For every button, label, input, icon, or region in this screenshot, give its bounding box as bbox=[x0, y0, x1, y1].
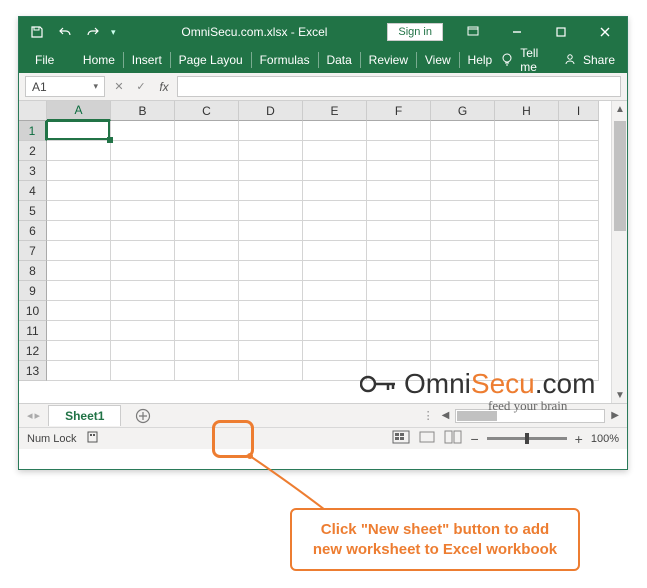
row-headers: 12345678910111213 bbox=[19, 121, 47, 403]
cancel-formula-icon[interactable]: ✕ bbox=[109, 77, 129, 97]
name-box-value: A1 bbox=[32, 80, 47, 94]
spreadsheet-grid: ABCDEFGHI 12345678910111213 ▲ ▼ bbox=[19, 101, 627, 403]
view-page-layout-icon[interactable] bbox=[418, 430, 436, 447]
macro-record-icon[interactable] bbox=[87, 431, 101, 446]
tell-me-label[interactable]: Tell me bbox=[520, 46, 543, 74]
new-sheet-button[interactable] bbox=[131, 404, 155, 428]
sheet-tab-1[interactable]: Sheet1 bbox=[48, 405, 121, 426]
zoom-in-icon[interactable]: + bbox=[575, 431, 583, 447]
share-icon[interactable] bbox=[563, 52, 577, 69]
enter-formula-icon[interactable]: ✓ bbox=[131, 77, 151, 97]
tab-formulas[interactable]: Formulas bbox=[252, 49, 318, 71]
row-header-4[interactable]: 4 bbox=[19, 181, 47, 201]
tab-insert[interactable]: Insert bbox=[124, 49, 170, 71]
vertical-scroll-thumb[interactable] bbox=[614, 121, 626, 231]
row-header-7[interactable]: 7 bbox=[19, 241, 47, 261]
close-icon[interactable] bbox=[583, 17, 627, 47]
tab-review[interactable]: Review bbox=[361, 49, 416, 71]
quick-access-toolbar: ▾ bbox=[19, 20, 122, 44]
zoom-level[interactable]: 100% bbox=[591, 433, 619, 445]
save-icon[interactable] bbox=[25, 20, 49, 44]
formula-input[interactable] bbox=[177, 76, 621, 97]
tab-file[interactable]: File bbox=[23, 49, 66, 71]
row-header-12[interactable]: 12 bbox=[19, 341, 47, 361]
tab-help[interactable]: Help bbox=[460, 49, 501, 71]
column-header-A[interactable]: A bbox=[47, 101, 111, 121]
row-header-5[interactable]: 5 bbox=[19, 201, 47, 221]
tab-page-layout[interactable]: Page Layou bbox=[171, 49, 251, 71]
scroll-down-icon[interactable]: ▼ bbox=[612, 387, 628, 403]
fx-icon[interactable]: fx bbox=[155, 80, 173, 94]
redo-icon[interactable] bbox=[81, 20, 105, 44]
select-all-corner[interactable] bbox=[19, 101, 47, 121]
view-page-break-icon[interactable] bbox=[444, 430, 462, 447]
row-header-9[interactable]: 9 bbox=[19, 281, 47, 301]
fill-handle[interactable] bbox=[107, 137, 113, 143]
chevron-down-icon[interactable]: ▾ bbox=[93, 81, 98, 92]
sheet-nav[interactable]: ◂▸ bbox=[19, 409, 48, 422]
row-header-3[interactable]: 3 bbox=[19, 161, 47, 181]
cells-area[interactable] bbox=[47, 121, 599, 381]
tab-scroll-dots[interactable]: ⋮ bbox=[423, 409, 436, 422]
tab-home[interactable]: Home bbox=[75, 49, 123, 71]
callout-line-2: new worksheet to Excel workbook bbox=[306, 540, 564, 560]
row-header-6[interactable]: 6 bbox=[19, 221, 47, 241]
ribbon-options-icon[interactable] bbox=[451, 17, 495, 47]
annotation-callout: Click "New sheet" button to add new work… bbox=[290, 508, 580, 571]
lightbulb-icon[interactable] bbox=[500, 52, 514, 69]
ribbon-tabs: File Home Insert Page Layou Formulas Dat… bbox=[19, 47, 627, 73]
status-bar: Num Lock − + 100% bbox=[19, 427, 627, 449]
column-header-H[interactable]: H bbox=[495, 101, 559, 121]
undo-icon[interactable] bbox=[53, 20, 77, 44]
column-headers: ABCDEFGHI bbox=[47, 101, 599, 121]
column-header-G[interactable]: G bbox=[431, 101, 495, 121]
column-header-E[interactable]: E bbox=[303, 101, 367, 121]
scroll-up-icon[interactable]: ▲ bbox=[612, 101, 628, 117]
zoom-slider[interactable] bbox=[487, 437, 567, 440]
qat-dropdown-icon[interactable]: ▾ bbox=[109, 27, 116, 38]
column-header-C[interactable]: C bbox=[175, 101, 239, 121]
scroll-right-icon[interactable]: ▶ bbox=[609, 410, 621, 421]
maximize-icon[interactable] bbox=[539, 17, 583, 47]
num-lock-label: Num Lock bbox=[27, 433, 77, 445]
row-header-11[interactable]: 11 bbox=[19, 321, 47, 341]
row-header-10[interactable]: 10 bbox=[19, 301, 47, 321]
watermark-logo: OmniSecu.com bbox=[360, 368, 595, 400]
formula-bar-area: A1 ▾ ✕ ✓ fx bbox=[19, 73, 627, 101]
share-label[interactable]: Share bbox=[583, 53, 615, 67]
title-bar: ▾ OmniSecu.com.xlsx - Excel Sign in bbox=[19, 17, 627, 47]
tab-view[interactable]: View bbox=[417, 49, 459, 71]
row-header-2[interactable]: 2 bbox=[19, 141, 47, 161]
row-header-8[interactable]: 8 bbox=[19, 261, 47, 281]
zoom-slider-thumb[interactable] bbox=[525, 433, 529, 444]
callout-line-1: Click "New sheet" button to add bbox=[306, 520, 564, 540]
row-header-1[interactable]: 1 bbox=[19, 121, 47, 141]
column-header-B[interactable]: B bbox=[111, 101, 175, 121]
view-normal-icon[interactable] bbox=[392, 430, 410, 447]
sign-in-button[interactable]: Sign in bbox=[387, 23, 443, 41]
window-controls bbox=[451, 17, 627, 47]
watermark-tagline: feed your brain bbox=[488, 398, 567, 414]
row-header-13[interactable]: 13 bbox=[19, 361, 47, 381]
tab-data[interactable]: Data bbox=[318, 49, 359, 71]
window-title: OmniSecu.com.xlsx - Excel bbox=[122, 25, 388, 39]
column-header-F[interactable]: F bbox=[367, 101, 431, 121]
zoom-out-icon[interactable]: − bbox=[470, 431, 478, 447]
annotation-highlight bbox=[212, 420, 254, 458]
vertical-scrollbar[interactable]: ▲ ▼ bbox=[611, 101, 627, 403]
name-box[interactable]: A1 ▾ bbox=[25, 76, 105, 97]
scroll-left-icon[interactable]: ◀ bbox=[440, 410, 452, 421]
column-header-D[interactable]: D bbox=[239, 101, 303, 121]
column-header-I[interactable]: I bbox=[559, 101, 599, 121]
active-cell[interactable] bbox=[46, 120, 110, 140]
minimize-icon[interactable] bbox=[495, 17, 539, 47]
